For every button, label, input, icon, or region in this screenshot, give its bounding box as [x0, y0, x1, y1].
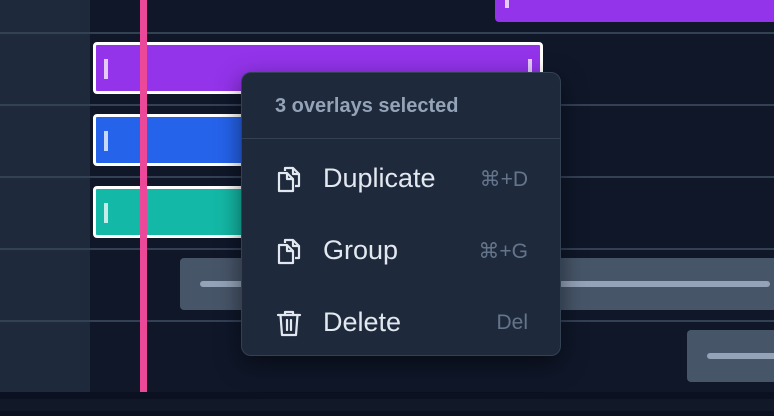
menu-divider: [242, 138, 560, 139]
menu-item-label: Group: [323, 235, 399, 265]
menu-item-delete[interactable]: Delete Del: [242, 291, 560, 351]
clip-trim-handle-left[interactable]: [104, 131, 108, 151]
playhead[interactable]: [140, 0, 147, 392]
clip-trim-handle-left[interactable]: [104, 203, 108, 223]
clip-purple-top[interactable]: [495, 0, 774, 22]
copy-icon: [277, 238, 301, 265]
clip-trim-handle-left[interactable]: [104, 59, 108, 79]
menu-item-label: Duplicate: [323, 163, 436, 193]
menu-item-duplicate[interactable]: Duplicate ⌘+D: [242, 147, 560, 207]
menu-item-shortcut: ⌘+D: [479, 168, 528, 191]
clip-trim-handle[interactable]: [505, 0, 509, 8]
menu-item-label: Delete: [323, 307, 402, 337]
menu-item-shortcut: Del: [496, 311, 528, 334]
trash-icon: [276, 310, 302, 337]
menu-item-shortcut: ⌘+G: [478, 240, 528, 263]
copy-icon: [277, 166, 301, 193]
waveform-bar: [707, 353, 774, 359]
track-header-gutter: [0, 0, 90, 392]
clip-teal-selected[interactable]: [93, 186, 253, 238]
context-menu: 3 overlays selected Duplicate ⌘+D Group …: [241, 72, 561, 356]
clip-audio-2[interactable]: [687, 330, 774, 382]
horizontal-scrollbar[interactable]: [0, 399, 774, 411]
row-divider: [0, 32, 774, 34]
menu-item-group[interactable]: Group ⌘+G: [242, 219, 560, 279]
clip-blue-selected[interactable]: [93, 114, 253, 166]
menu-header: 3 overlays selected: [275, 95, 459, 117]
